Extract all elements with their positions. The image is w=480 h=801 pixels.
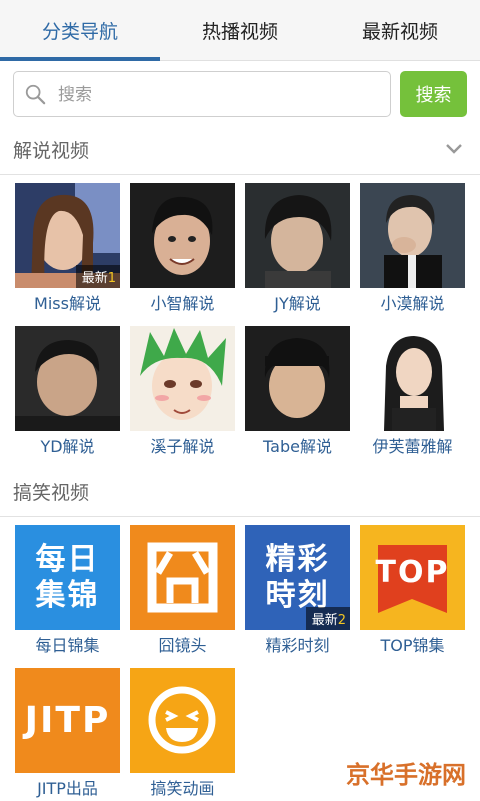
section-title: 解说视频 [13,140,90,162]
tab-hot-videos[interactable]: 热播视频 [160,0,320,60]
item-label: 伊芙蕾雅解 [372,437,453,456]
search-icon [25,84,46,105]
funny-item-top[interactable]: TOP TOP锦集 [355,525,470,658]
tile-daily: 每日 集锦 [15,525,120,630]
laughing-face-icon [148,686,216,754]
commentator-item-tabe[interactable]: Tabe解说 [240,326,355,459]
commentator-item-miss[interactable]: 最新1 Miss解说 [10,183,125,316]
commentator-item-xiaozhi[interactable]: 小智解说 [125,183,240,316]
commentator-item-yd[interactable]: YD解说 [10,326,125,459]
item-label: YD解说 [40,437,95,456]
active-tab-indicator [0,57,160,61]
watermark: 京华手游网 [338,751,474,794]
commentator-item-xizi[interactable]: 溪子解说 [125,326,240,459]
tile-text: 精彩 時刻 [265,541,330,613]
item-label: TOP锦集 [380,636,445,655]
tile-jitp: JITP [15,668,120,773]
new-badge: 最新1 [75,265,120,288]
tile-text: 每日 集锦 [35,541,100,613]
item-label: 小漠解说 [380,294,445,313]
item-label: Miss解说 [34,294,101,313]
funny-item-daily[interactable]: 每日 集锦 每日锦集 [10,525,125,658]
tile-text: TOP [375,554,450,590]
item-label: JY解说 [274,294,321,313]
new-badge: 最新2 [305,607,350,630]
commentary-grid: 最新1 Miss解说 小智解说 JY解说 小漠解说 YD解说 溪子解说 Tabe… [0,175,480,459]
search-box [13,71,391,118]
avatar [130,183,235,288]
avatar [15,326,120,431]
item-label: 精彩时刻 [265,636,330,655]
funny-item-jiong[interactable]: 囧镜头 [125,525,240,658]
item-label: Tabe解说 [263,437,332,456]
tile-top: TOP [360,525,465,630]
avatar [360,326,465,431]
search-bar: 搜索 [0,61,480,119]
section-title: 搞笑视频 [13,482,90,504]
avatar [245,326,350,431]
section-header-funny[interactable]: 搞笑视频 [0,467,480,517]
avatar: 最新1 [15,183,120,288]
jiong-icon [147,542,218,613]
funny-item-highlights[interactable]: 精彩 時刻 最新2 精彩时刻 [240,525,355,658]
tile-text: JITP [24,699,111,741]
tile-highlights: 精彩 時刻 最新2 [245,525,350,630]
item-label: JITP出品 [37,779,98,798]
chevron-down-icon[interactable] [444,142,464,156]
tile-animation [130,668,235,773]
item-label: 囧镜头 [158,636,207,655]
tab-category-nav[interactable]: 分类导航 [0,0,160,60]
commentator-item-jy[interactable]: JY解说 [240,183,355,316]
tile-jiong [130,525,235,630]
avatar [245,183,350,288]
item-label: 小智解说 [150,294,215,313]
item-label: 搞笑动画 [150,779,215,798]
section-header-commentary[interactable]: 解说视频 [0,125,480,175]
commentator-item-xiaomo[interactable]: 小漠解说 [355,183,470,316]
search-input[interactable] [56,72,380,118]
funny-item-animation[interactable]: 搞笑动画 [125,668,240,801]
commentator-item-yifuleiya[interactable]: 伊芙蕾雅解 [355,326,470,459]
funny-item-jitp[interactable]: JITP JITP出品 [10,668,125,801]
avatar [130,326,235,431]
search-button[interactable]: 搜索 [400,71,467,117]
avatar [360,183,465,288]
item-label: 溪子解说 [150,437,215,456]
item-label: 每日锦集 [35,636,100,655]
tab-bar: 分类导航 热播视频 最新视频 [0,0,480,61]
tab-latest-videos[interactable]: 最新视频 [320,0,480,60]
